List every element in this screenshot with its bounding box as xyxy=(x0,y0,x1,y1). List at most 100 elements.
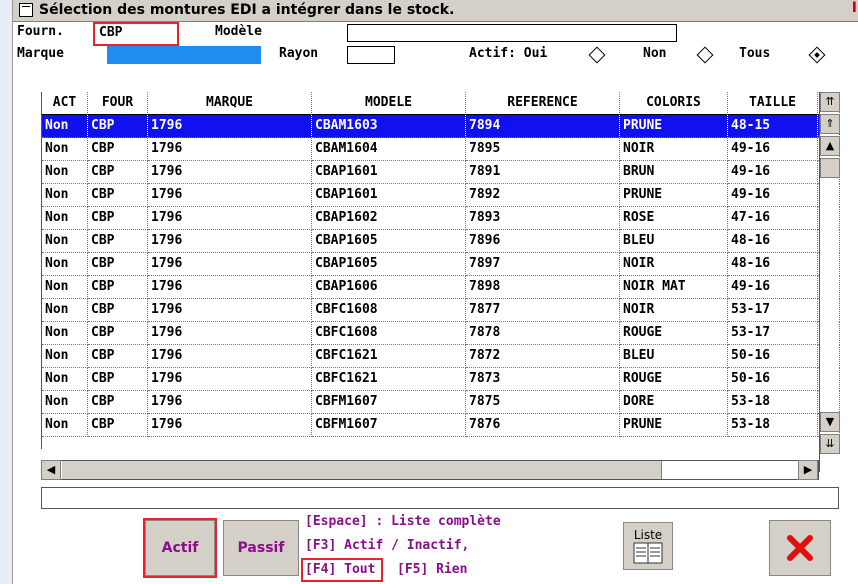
table-cell: 7896 xyxy=(466,230,620,253)
scroll-thumb[interactable] xyxy=(820,158,840,178)
modele-field[interactable] xyxy=(347,24,677,42)
table-row[interactable]: NonCBP1796CBAP16017891BRUN49-16MM xyxy=(42,161,840,184)
scroll-bottom-icon[interactable]: ⇊ xyxy=(820,434,840,454)
table-cell: CBP xyxy=(88,276,148,299)
table-cell: NOIR MAT xyxy=(620,276,728,299)
table-row[interactable]: NonCBP1796CBFC16087878ROUGE53-17MF xyxy=(42,322,840,345)
table-cell: Non xyxy=(42,345,88,368)
table-cell: BLEU xyxy=(620,345,728,368)
actif-tous-label: Tous xyxy=(739,46,771,61)
horizontal-scrollbar[interactable]: ◀ ▶ xyxy=(41,460,819,480)
table-cell: CBFM1607 xyxy=(312,391,466,414)
vertical-scrollbar[interactable]: ⇈ ⇑ ▲ ▼ ⇊ xyxy=(819,92,840,472)
actif-oui-label: Actif: Oui xyxy=(469,46,548,61)
table-cell: 7878 xyxy=(466,322,620,345)
column-header-marque[interactable]: MARQUE xyxy=(148,92,312,115)
table-cell: 1796 xyxy=(148,184,312,207)
table-cell: CBFC1608 xyxy=(312,299,466,322)
table-cell: CBAM1603 xyxy=(312,115,466,138)
table-row[interactable]: NonCBP1796CBAP16057897NOIR48-16MM xyxy=(42,253,840,276)
close-button[interactable] xyxy=(769,520,831,576)
table-cell: PRUNE xyxy=(620,115,728,138)
table-row[interactable]: NonCBP1796CBFC16217872BLEU50-16MF xyxy=(42,345,840,368)
actif-button-highlight xyxy=(143,518,217,578)
close-icon xyxy=(787,535,813,561)
table-row[interactable]: NonCBP1796CBFM16077876PRUNE53-18MF xyxy=(42,414,840,437)
table-cell: 47-16 xyxy=(728,207,818,230)
modele-label: Modèle xyxy=(215,24,262,39)
marque-field[interactable] xyxy=(107,46,261,64)
scroll-page-up-icon[interactable]: ⇑ xyxy=(820,114,840,134)
table-cell: Non xyxy=(42,161,88,184)
scroll-left-icon[interactable]: ◀ xyxy=(41,460,61,480)
table-cell: BLEU xyxy=(620,230,728,253)
table-row[interactable]: NonCBP1796CBAM16047895NOIR49-16MM xyxy=(42,138,840,161)
table-cell: 49-16 xyxy=(728,161,818,184)
help-f3: [F3] Actif / Inactif, xyxy=(305,538,470,553)
table-cell: 7876 xyxy=(466,414,620,437)
scroll-top-icon[interactable]: ⇈ xyxy=(820,92,840,112)
scroll-up-icon[interactable]: ▲ xyxy=(820,136,840,156)
column-header-coloris[interactable]: COLORIS xyxy=(620,92,728,115)
actif-oui-radio[interactable] xyxy=(588,46,606,64)
table-cell: 7891 xyxy=(466,161,620,184)
window-title: Sélection des montures EDI a intégrer da… xyxy=(39,2,455,18)
column-header-act[interactable]: ACT xyxy=(42,92,88,115)
table-cell: Non xyxy=(42,184,88,207)
table-row[interactable]: NonCBP1796CBAP16017892PRUNE49-16MM xyxy=(42,184,840,207)
table-cell: 7877 xyxy=(466,299,620,322)
scroll-right-icon[interactable]: ▶ xyxy=(798,460,818,480)
table-cell: 7893 xyxy=(466,207,620,230)
fourn-label: Fourn. xyxy=(17,24,64,39)
liste-label: Liste xyxy=(633,528,663,542)
table-row[interactable]: NonCBP1796CBFC16087877NOIR53-17MF xyxy=(42,299,840,322)
table-cell: 50-16 xyxy=(728,345,818,368)
table-cell: CBP xyxy=(88,391,148,414)
table-cell: 1796 xyxy=(148,345,312,368)
table-row[interactable]: NonCBP1796CBAP16057896BLEU48-16MM xyxy=(42,230,840,253)
table-row[interactable]: NonCBP1796CBFC16217873ROUGE50-16MF xyxy=(42,368,840,391)
table-cell: CBAP1606 xyxy=(312,276,466,299)
table-cell: CBP xyxy=(88,345,148,368)
rayon-field[interactable] xyxy=(347,46,395,64)
table-cell: 1796 xyxy=(148,138,312,161)
table-row[interactable]: NonCBP1796CBFM16077875DORE53-18MF xyxy=(42,391,840,414)
table-cell: CBFC1608 xyxy=(312,322,466,345)
table-cell: Non xyxy=(42,391,88,414)
table-cell: 1796 xyxy=(148,253,312,276)
actif-tous-radio[interactable] xyxy=(808,46,826,64)
table-cell: CBP xyxy=(88,368,148,391)
fourn-highlight xyxy=(93,22,179,46)
horizontal-scroll-thumb[interactable] xyxy=(62,461,662,479)
column-header-four[interactable]: FOUR xyxy=(88,92,148,115)
scroll-down-icon[interactable]: ▼ xyxy=(820,412,840,432)
table-row[interactable]: NonCBP1796CBAM16037894PRUNE48-15MM xyxy=(42,115,840,138)
liste-button[interactable]: Liste xyxy=(623,522,673,570)
montures-grid[interactable]: ACT FOUR MARQUE MODELE REFERENCE COLORIS TAILL… xyxy=(41,92,840,449)
table-row[interactable]: NonCBP1796CBAP16027893ROSE47-16MM xyxy=(42,207,840,230)
table-cell: Non xyxy=(42,253,88,276)
actif-non-label: Non xyxy=(643,46,667,61)
column-header-reference[interactable]: REFERENCE xyxy=(466,92,620,115)
title-mark: I xyxy=(851,0,857,16)
edi-selection-window: Sélection des montures EDI a intégrer da… xyxy=(12,0,858,584)
table-cell: CBAM1604 xyxy=(312,138,466,161)
table-cell: 48-16 xyxy=(728,253,818,276)
table-cell: CBAP1602 xyxy=(312,207,466,230)
window-menu-icon[interactable] xyxy=(19,3,33,17)
table-cell: CBAP1605 xyxy=(312,253,466,276)
table-row[interactable]: NonCBP1796CBAP16067898NOIR MAT49-16MM xyxy=(42,276,840,299)
help-f5: [F5] Rien xyxy=(397,562,468,577)
table-cell: CBP xyxy=(88,253,148,276)
table-cell: CBP xyxy=(88,207,148,230)
table-cell: 7892 xyxy=(466,184,620,207)
table-cell: 49-16 xyxy=(728,184,818,207)
actif-non-radio[interactable] xyxy=(696,46,714,64)
f4-highlight xyxy=(301,558,383,582)
table-cell: Non xyxy=(42,115,88,138)
table-cell: NOIR xyxy=(620,299,728,322)
column-header-taille[interactable]: TAILLE xyxy=(728,92,818,115)
passif-button[interactable]: Passif xyxy=(223,520,299,576)
list-icon xyxy=(633,542,663,564)
column-header-modele[interactable]: MODELE xyxy=(312,92,466,115)
